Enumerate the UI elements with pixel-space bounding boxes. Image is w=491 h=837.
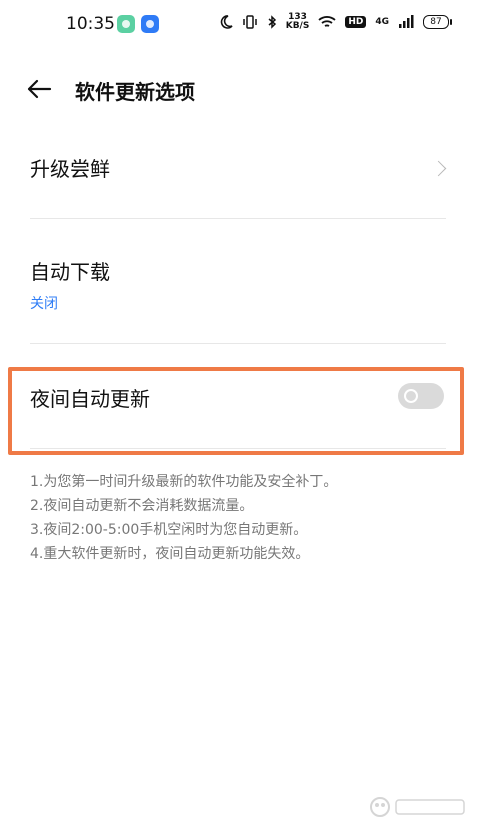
settings-item-label: 升级尝鲜 [30,157,110,181]
page-title: 软件更新选项 [75,80,195,104]
app-notification-icon [117,15,135,33]
wifi-icon [318,16,336,27]
note-item: 1.为您第一时间升级最新的软件功能及安全补丁。 [30,474,338,490]
settings-item-auto-download[interactable]: 自动下载 关闭 [30,256,446,316]
moon-icon [220,15,233,29]
note-item: 3.夜间2:00-5:00手机空闲时为您自动更新。 [30,522,308,538]
note-item: 2.夜间自动更新不会消耗数据流量。 [30,498,254,514]
status-icons: 133 KB/S HD 4G 87 [219,12,452,31]
settings-item-label: 自动下载 [30,260,110,284]
highlight-box [8,367,464,455]
note-item: 4.重大软件更新时，夜间自动更新功能失效。 [30,546,310,562]
notes-list: 1.为您第一时间升级最新的软件功能及安全补丁。 2.夜间自动更新不会消耗数据流量… [30,470,460,566]
arrow-left-icon[interactable] [26,76,52,102]
android-app-icon [141,15,159,33]
divider [30,343,446,344]
cell-type: 4G [375,17,389,27]
settings-item-value: 关闭 [30,296,58,312]
network-speed: 133 KB/S [285,12,310,31]
battery-indicator: 87 [423,15,452,29]
status-bar: 10:35 133 KB/S HD 4G 87 [0,0,491,48]
signal-icon [399,15,414,28]
vibrate-icon [242,15,257,29]
baidu-watermark-logo [370,797,465,817]
status-time: 10:35 [66,14,115,34]
divider [30,218,446,219]
app-header: 软件更新选项 [0,60,491,120]
hd-badge: HD [345,16,367,28]
bluetooth-icon [268,15,276,29]
settings-item-upgrade-trial[interactable]: 升级尝鲜 [30,153,447,183]
